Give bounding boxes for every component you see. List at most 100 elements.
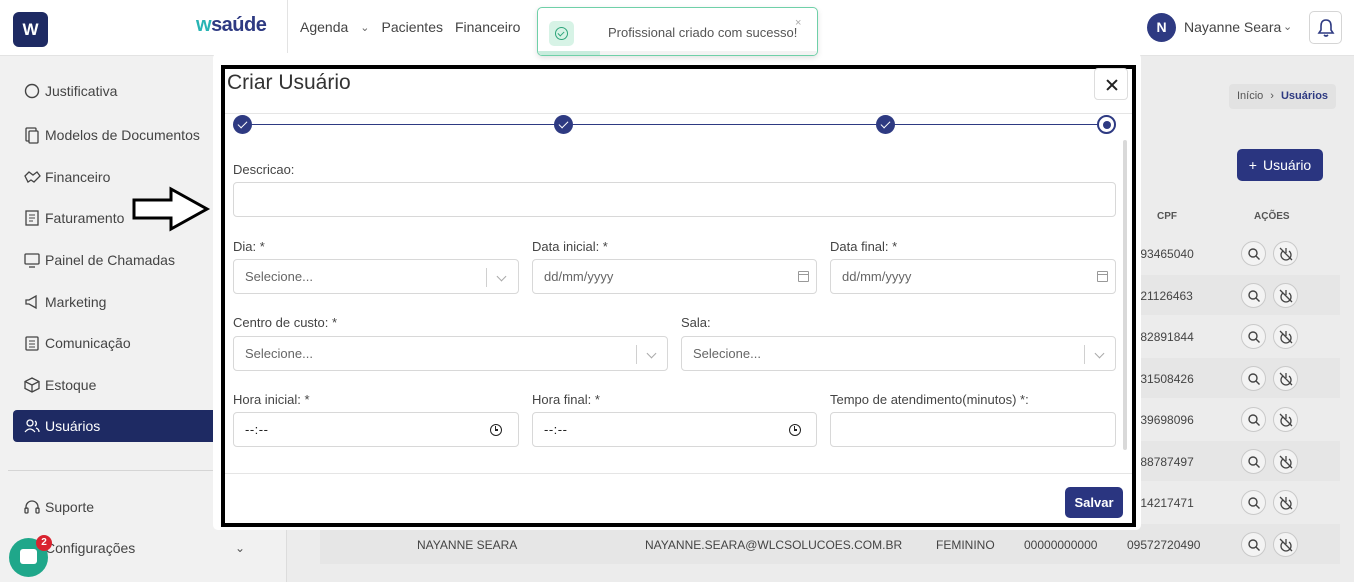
hora-final-value: --:-- [544, 422, 568, 437]
deactivate-user-button[interactable] [1273, 241, 1298, 266]
receipt-icon [23, 209, 41, 227]
dia-select[interactable]: Selecione... [233, 259, 519, 294]
data-inicial-input[interactable]: dd/mm/yyyy [532, 259, 817, 294]
sidebar-item-configuracoes[interactable]: Configurações ⌄ [13, 532, 275, 564]
deactivate-user-button[interactable] [1273, 282, 1298, 308]
handshake-icon [23, 168, 41, 186]
chevron-down-icon[interactable]: ⌄ [1283, 20, 1292, 33]
power-off-icon [1279, 496, 1293, 510]
sidebar-item-label: Suporte [45, 499, 95, 515]
modal-footer-divider [225, 473, 1132, 474]
data-inicial-label: Data inicial: * [532, 239, 608, 254]
box-icon [23, 376, 41, 394]
deactivate-user-button[interactable] [1273, 531, 1298, 557]
tempo-atendimento-input[interactable] [830, 412, 1116, 447]
users-icon [23, 417, 41, 435]
view-user-button[interactable] [1241, 531, 1266, 557]
scrollbar-thumb[interactable] [1123, 140, 1127, 450]
data-inicial-placeholder: dd/mm/yyyy [544, 269, 614, 284]
chevron-down-icon[interactable]: ⌄ [360, 21, 369, 34]
sala-select[interactable]: Selecione... [681, 336, 1116, 371]
view-user-button[interactable] [1241, 490, 1266, 515]
view-user-button[interactable] [1241, 407, 1266, 432]
search-icon [1248, 248, 1260, 260]
column-header-actions: AÇÕES [1254, 211, 1290, 222]
document-icon [23, 126, 41, 144]
megaphone-icon [23, 293, 41, 311]
notifications-button[interactable] [1309, 11, 1342, 44]
deactivate-user-button[interactable] [1273, 448, 1298, 474]
chevron-down-icon [496, 271, 507, 282]
chevron-down-icon[interactable]: ⌄ [235, 541, 245, 555]
modal-header-divider [225, 113, 1132, 114]
view-user-button[interactable] [1241, 241, 1266, 266]
search-icon [1248, 289, 1260, 302]
brand-logo[interactable]: wsaúde [196, 14, 267, 37]
search-icon [1248, 497, 1260, 509]
nav-agenda[interactable]: Agenda [300, 19, 348, 35]
hora-inicial-label: Hora inicial: * [233, 392, 310, 407]
calendar-icon[interactable] [798, 271, 809, 282]
headset-icon [23, 498, 41, 516]
select-separator [486, 268, 487, 287]
data-final-label: Data final: * [830, 239, 898, 254]
breadcrumb-current: Usuários [1280, 90, 1329, 102]
hora-final-input[interactable]: --:-- [532, 412, 817, 447]
power-off-icon [1279, 330, 1293, 344]
brand-prefix: w [196, 14, 212, 36]
centro-custo-select[interactable]: Selecione... [233, 336, 668, 371]
sidebar-item-label: Faturamento [45, 210, 125, 226]
modal-title: Criar Usuário [227, 71, 351, 94]
avatar[interactable]: N [1147, 13, 1176, 42]
tempo-atendimento-label: Tempo de atendimento(minutos) *: [830, 392, 1029, 407]
sidebar-item-label: Financeiro [45, 169, 111, 185]
save-button[interactable]: Salvar [1065, 487, 1123, 518]
toast-close-button[interactable]: × [795, 17, 801, 29]
cell-name: NAYANNE SEARA [417, 538, 518, 552]
view-user-button[interactable] [1241, 324, 1266, 349]
view-user-button[interactable] [1241, 448, 1266, 474]
power-off-icon [1279, 289, 1293, 303]
chat-badge: 2 [36, 535, 52, 551]
view-user-button[interactable] [1241, 365, 1266, 391]
search-icon [1248, 414, 1260, 426]
hora-inicial-input[interactable]: --:-- [233, 412, 519, 447]
clock-icon[interactable] [789, 424, 801, 436]
data-final-input[interactable]: dd/mm/yyyy [830, 259, 1116, 294]
chevron-down-icon [646, 348, 657, 359]
sidebar-item-label: Usuários [45, 418, 101, 434]
cell-rg: 00000000000 [1024, 538, 1098, 552]
chevron-down-icon [1094, 348, 1105, 359]
chevron-right-icon: › [1270, 90, 1274, 102]
nav-financeiro[interactable]: Financeiro [455, 19, 520, 35]
sidebar-item-label: Comunicação [45, 335, 131, 351]
deactivate-user-button[interactable] [1273, 407, 1298, 432]
step-4-current-icon[interactable] [1097, 115, 1116, 134]
cell-sexo: FEMININO [936, 538, 995, 552]
centro-custo-placeholder: Selecione... [245, 346, 313, 361]
app-logo-icon[interactable]: W [13, 12, 48, 47]
step-1-check-icon[interactable] [233, 115, 252, 134]
deactivate-user-button[interactable] [1273, 324, 1298, 349]
chat-icon [20, 549, 37, 564]
breadcrumb-home[interactable]: Início [1237, 90, 1263, 103]
clock-icon[interactable] [490, 424, 502, 436]
user-name[interactable]: Nayanne Seara [1184, 19, 1281, 35]
success-toast: Profissional criado com sucesso! × [537, 7, 818, 56]
step-3-check-icon[interactable] [876, 115, 895, 134]
nav-pacientes[interactable]: Pacientes [382, 19, 443, 35]
toast-message: Profissional criado com sucesso! [608, 25, 798, 40]
clipboard-icon [23, 334, 41, 352]
power-off-icon [1279, 455, 1293, 469]
close-button[interactable] [1094, 68, 1128, 100]
cell-email: NAYANNE.SEARA@WLCSOLUCOES.COM.BR [645, 538, 903, 552]
deactivate-user-button[interactable] [1273, 490, 1298, 515]
step-2-check-icon[interactable] [554, 115, 573, 134]
sidebar-item-label: Painel de Chamadas [45, 252, 175, 268]
sidebar-item-label: Configurações [45, 540, 136, 556]
calendar-icon[interactable] [1097, 271, 1108, 282]
deactivate-user-button[interactable] [1273, 365, 1298, 391]
view-user-button[interactable] [1241, 282, 1266, 308]
descricao-input[interactable] [233, 182, 1116, 217]
add-user-button[interactable]: + Usuário [1237, 149, 1323, 181]
